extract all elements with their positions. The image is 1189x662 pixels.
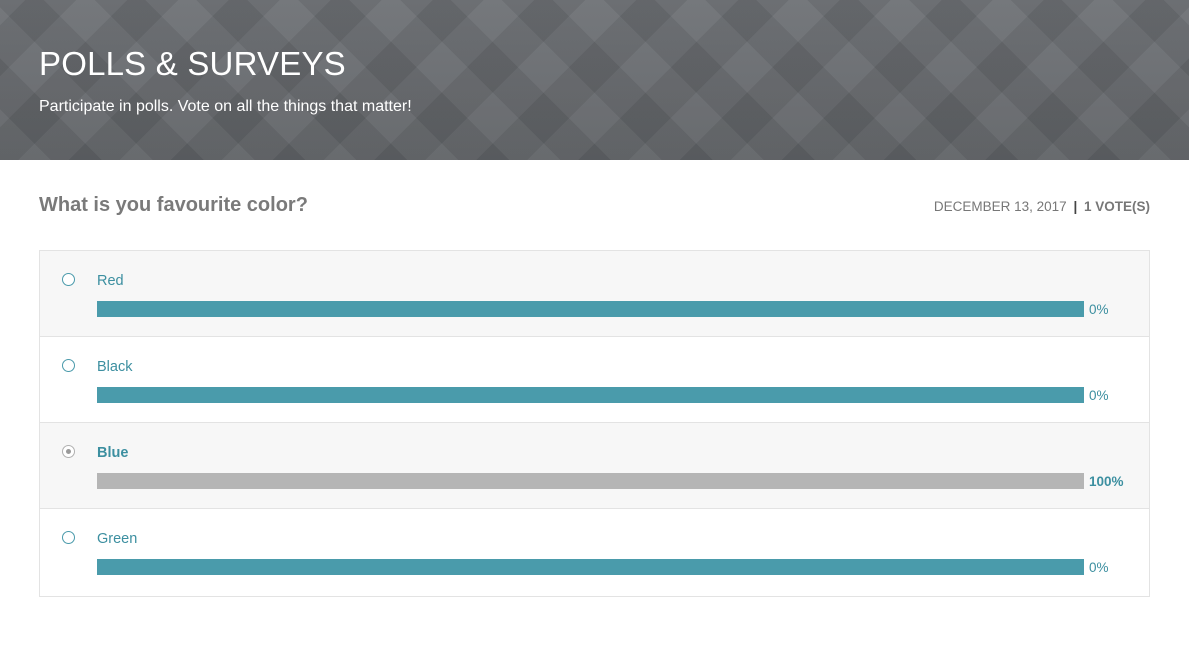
radio-button-green[interactable] (62, 531, 75, 544)
poll-option-green[interactable]: Green 0% (40, 509, 1149, 596)
option-percent: 100% (1089, 474, 1124, 489)
result-bar (97, 473, 1084, 489)
poll-header: What is you favourite color? DECEMBER 13… (39, 192, 1150, 220)
page-subtitle: Participate in polls. Vote on all the th… (39, 98, 412, 115)
page-title: POLLS & SURVEYS (39, 45, 346, 82)
poll-option-black[interactable]: Black 0% (40, 337, 1149, 423)
result-bar-fill (97, 387, 1084, 403)
poll-option-blue[interactable]: Blue 100% (40, 423, 1149, 509)
radio-button-black[interactable] (62, 359, 75, 372)
option-label[interactable]: Red (97, 272, 124, 290)
poll-meta: DECEMBER 13, 2017 | 1 VOTE(S) (934, 198, 1150, 216)
result-bar (97, 387, 1084, 403)
result-bar (97, 301, 1084, 317)
option-label[interactable]: Blue (97, 444, 128, 462)
poll-option-red[interactable]: Red 0% (40, 251, 1149, 337)
result-bar (97, 559, 1084, 575)
result-bar-fill (97, 301, 1084, 317)
radio-button-blue[interactable] (62, 445, 75, 458)
option-percent: 0% (1089, 302, 1109, 317)
option-label[interactable]: Black (97, 358, 132, 376)
result-bar-fill (97, 473, 1084, 489)
option-percent: 0% (1089, 388, 1109, 403)
vote-count: 1 VOTE(S) (1083, 199, 1150, 214)
poll-options-list: Red 0% Black 0% Blue 100% Green 0% (39, 250, 1150, 597)
radio-button-red[interactable] (62, 273, 75, 286)
poll-date: DECEMBER 13, 2017 (933, 199, 1067, 214)
option-label[interactable]: Green (97, 530, 137, 548)
meta-separator: | (1073, 199, 1078, 214)
page-header-banner: POLLS & SURVEYS Participate in polls. Vo… (0, 0, 1189, 160)
result-bar-fill (97, 559, 1084, 575)
poll-question: What is you favourite color? (39, 194, 308, 216)
option-percent: 0% (1089, 560, 1109, 575)
